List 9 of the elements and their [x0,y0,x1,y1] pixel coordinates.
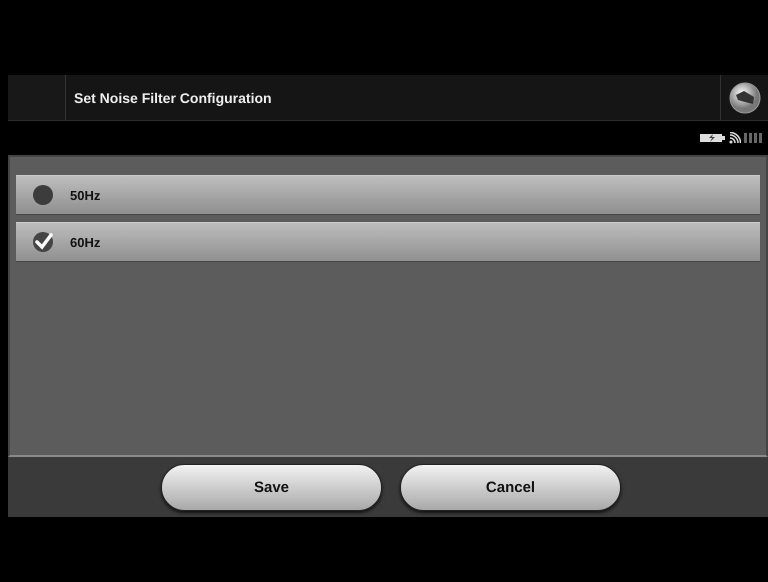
screen-title: Set Noise Filter Configuration [74,90,272,106]
wireless-signal-icon [729,132,741,144]
option-row[interactable]: 60Hz [16,222,760,262]
save-button[interactable]: Save [161,464,382,510]
option-label: 60Hz [70,234,100,250]
battery-charging-icon [700,133,726,143]
option-row[interactable]: 50Hz [16,175,760,215]
cancel-button[interactable]: Cancel [400,464,621,510]
option-label: 50Hz [70,188,100,202]
